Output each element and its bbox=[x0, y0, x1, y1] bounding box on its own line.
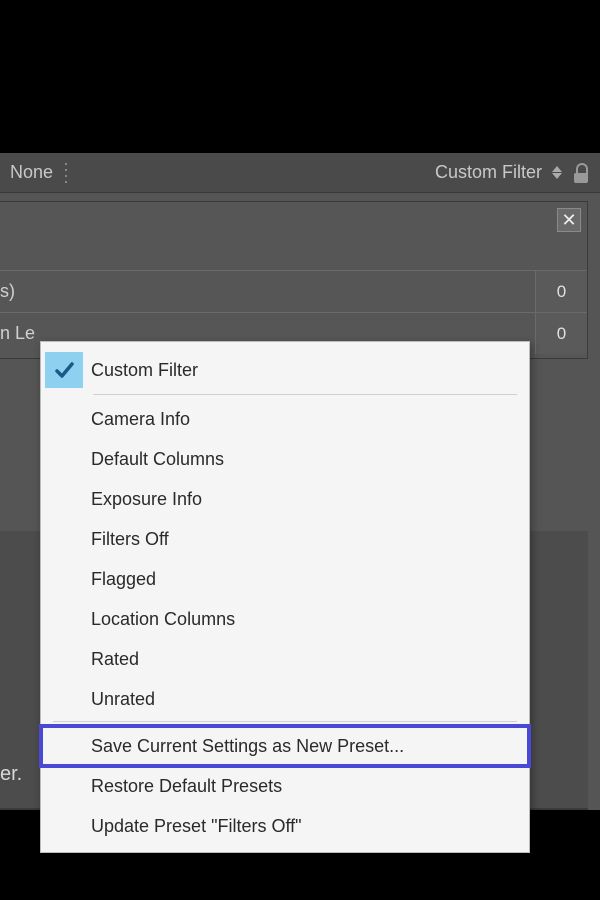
menu-item-label: Filters Off bbox=[91, 529, 169, 550]
menu-item-default-columns[interactable]: Default Columns bbox=[41, 439, 529, 479]
filter-dropdown-label[interactable]: Custom Filter bbox=[435, 162, 542, 183]
menu-item-label: Update Preset "Filters Off" bbox=[91, 816, 302, 837]
menu-item-location-columns[interactable]: Location Columns bbox=[41, 599, 529, 639]
menu-item-label: Default Columns bbox=[91, 449, 224, 470]
menu-item-label: Location Columns bbox=[91, 609, 235, 630]
row-count-1: 0 bbox=[535, 271, 587, 312]
menu-item-label: Custom Filter bbox=[91, 360, 198, 381]
lock-icon[interactable] bbox=[572, 163, 590, 183]
menu-item-rated[interactable]: Rated bbox=[41, 639, 529, 679]
menu-separator bbox=[93, 394, 517, 395]
menu-item-label: Flagged bbox=[91, 569, 156, 590]
checkmark-icon bbox=[45, 352, 83, 388]
filter-row-1[interactable]: s) 0 bbox=[0, 270, 587, 312]
row-label-2: n Le bbox=[0, 323, 35, 344]
filter-preset-menu: Custom Filter Camera Info Default Column… bbox=[40, 341, 530, 853]
panel-text-fragment: er. bbox=[0, 763, 22, 786]
menu-item-save-preset[interactable]: Save Current Settings as New Preset... bbox=[41, 726, 529, 766]
toolbar-left: None bbox=[10, 162, 69, 183]
menu-item-label: Camera Info bbox=[91, 409, 190, 430]
menu-item-label: Save Current Settings as New Preset... bbox=[91, 736, 404, 757]
grip-icon[interactable] bbox=[63, 163, 69, 183]
row-label-1: s) bbox=[0, 281, 15, 302]
toolbar-right: Custom Filter bbox=[435, 162, 590, 183]
menu-item-flagged[interactable]: Flagged bbox=[41, 559, 529, 599]
top-black-region bbox=[0, 0, 600, 152]
updown-icon[interactable] bbox=[550, 166, 564, 179]
filter-toolbar: None Custom Filter bbox=[0, 153, 600, 193]
menu-item-exposure-info[interactable]: Exposure Info bbox=[41, 479, 529, 519]
close-button[interactable]: ✕ bbox=[557, 208, 581, 232]
menu-item-label: Exposure Info bbox=[91, 489, 202, 510]
filter-none-label: None bbox=[10, 162, 53, 183]
menu-item-camera-info[interactable]: Camera Info bbox=[41, 399, 529, 439]
menu-separator bbox=[53, 721, 517, 722]
menu-item-custom-filter[interactable]: Custom Filter bbox=[41, 348, 529, 392]
row-count-2: 0 bbox=[535, 313, 587, 354]
close-icon: ✕ bbox=[561, 210, 576, 231]
menu-item-unrated[interactable]: Unrated bbox=[41, 679, 529, 719]
menu-item-label: Unrated bbox=[91, 689, 155, 710]
metadata-filter-panel: ✕ s) 0 n Le 0 bbox=[0, 201, 588, 359]
menu-item-label: Rated bbox=[91, 649, 139, 670]
menu-item-restore-default[interactable]: Restore Default Presets bbox=[41, 766, 529, 806]
menu-item-label: Restore Default Presets bbox=[91, 776, 282, 797]
menu-item-filters-off[interactable]: Filters Off bbox=[41, 519, 529, 559]
menu-item-update-preset[interactable]: Update Preset "Filters Off" bbox=[41, 806, 529, 846]
app-panel: None Custom Filter ✕ s) 0 n Le 0 er. bbox=[0, 152, 600, 900]
